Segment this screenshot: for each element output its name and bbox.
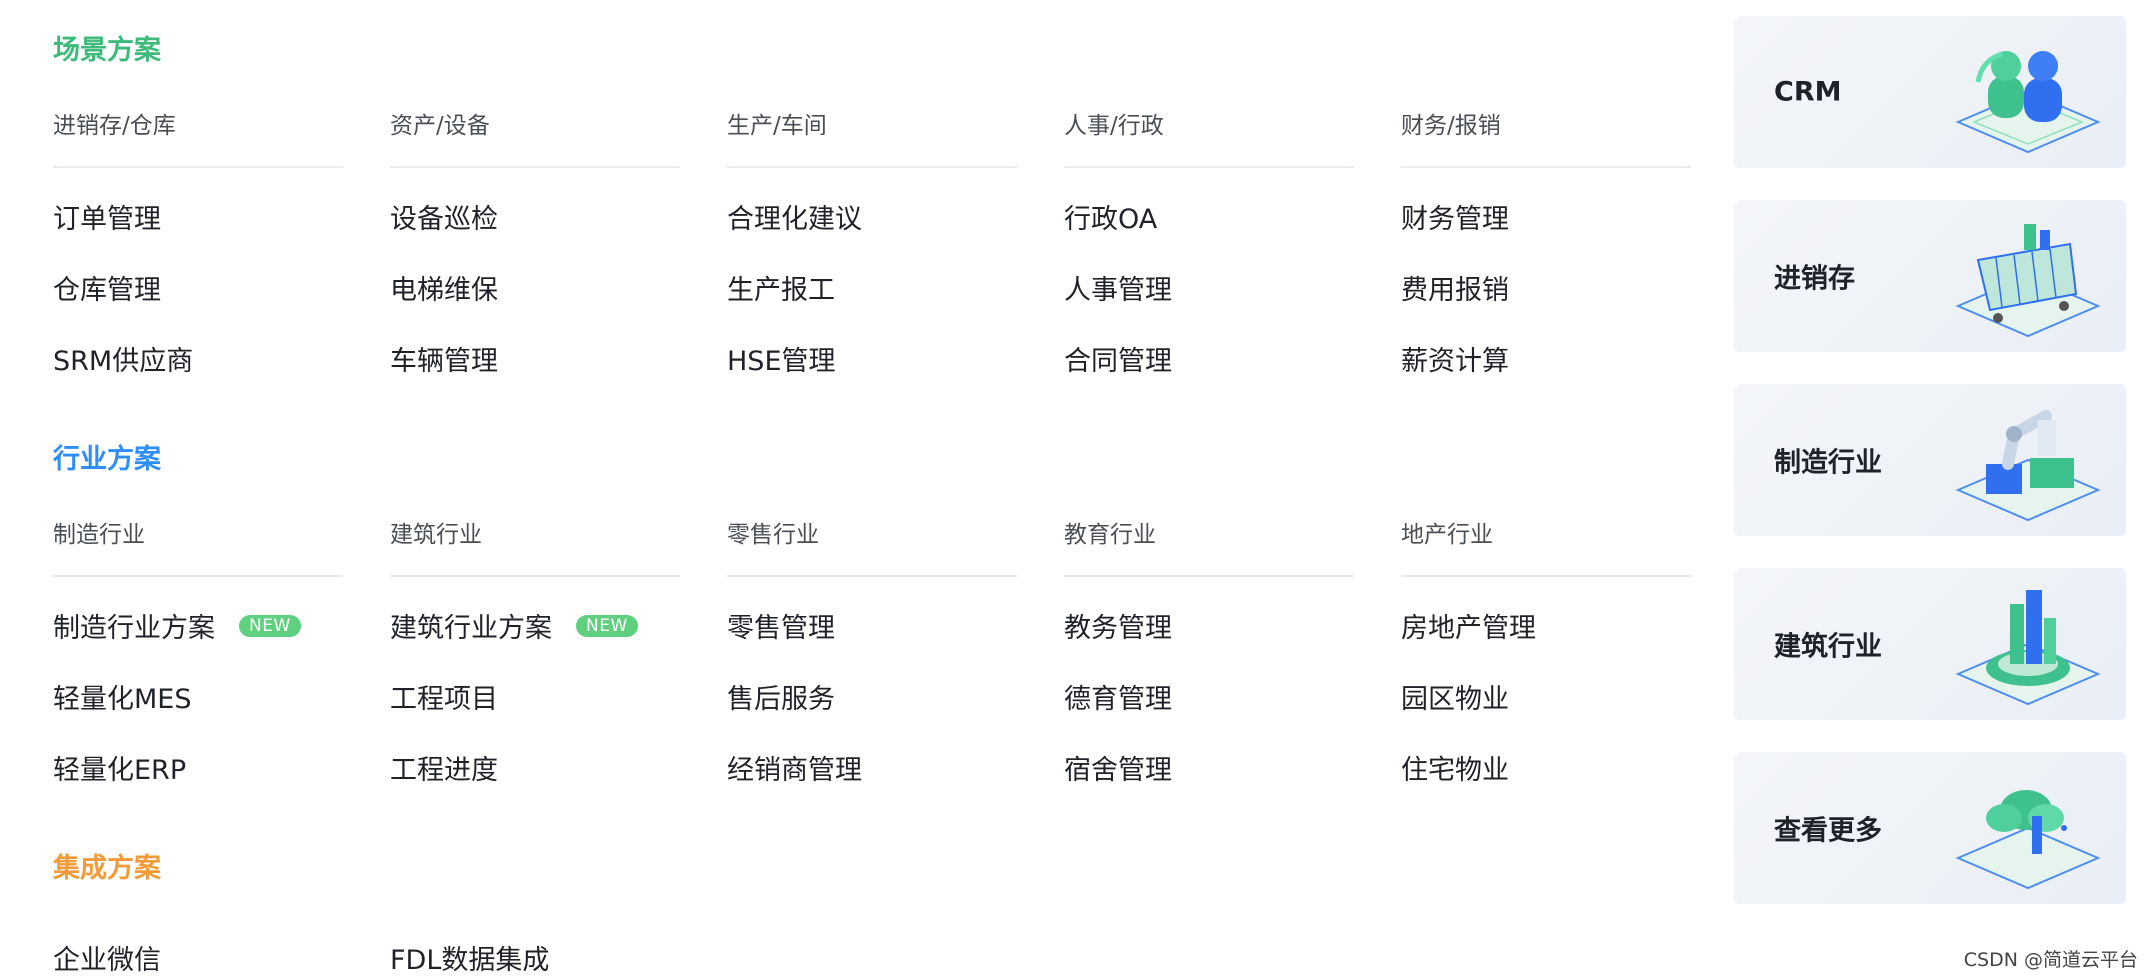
menu-item-construction-solution[interactable]: 建筑行业方案 NEW	[390, 606, 638, 645]
menu-item-real-estate[interactable]: 房地产管理	[1401, 606, 1536, 645]
category-header: 生产/车间	[727, 113, 827, 139]
menu-item-srm-supplier[interactable]: SRM供应商	[53, 339, 193, 378]
cart-icon	[1955, 224, 2101, 338]
menu-item-hr-management[interactable]: 人事管理	[1064, 268, 1172, 307]
column-divider	[390, 575, 680, 577]
menu-item-dealer-management[interactable]: 经销商管理	[727, 748, 862, 787]
column-divider	[1064, 166, 1354, 168]
menu-item-suggestions[interactable]: 合理化建议	[727, 197, 862, 236]
menu-item-equipment-inspection[interactable]: 设备巡检	[390, 197, 498, 236]
column-divider	[53, 166, 343, 168]
section-title-integration: 集成方案	[53, 853, 161, 884]
column-divider	[53, 575, 343, 577]
menu-item-retail-management[interactable]: 零售管理	[727, 606, 835, 645]
card-label: CRM	[1774, 76, 1842, 108]
menu-item-vehicle-management[interactable]: 车辆管理	[390, 339, 498, 378]
category-header: 地产行业	[1401, 522, 1493, 548]
card-label: 制造行业	[1774, 447, 1882, 479]
menu-item-residential-property[interactable]: 住宅物业	[1401, 748, 1509, 787]
column-divider	[727, 575, 1017, 577]
menu-item-elevator-maintenance[interactable]: 电梯维保	[390, 268, 498, 307]
menu-item-warehouse-management[interactable]: 仓库管理	[53, 268, 161, 307]
people-icon	[1955, 51, 2101, 154]
column-divider	[1401, 166, 1691, 168]
column-divider	[390, 166, 680, 168]
category-header: 资产/设备	[390, 113, 490, 139]
card-construction[interactable]: 建筑行业	[1734, 568, 2126, 720]
menu-item-manufacturing-solution[interactable]: 制造行业方案 NEW	[53, 606, 301, 645]
category-header: 教育行业	[1064, 522, 1156, 548]
menu-item-after-sales[interactable]: 售后服务	[727, 677, 835, 716]
new-badge: NEW	[576, 614, 638, 637]
menu-item-park-property[interactable]: 园区物业	[1401, 677, 1509, 716]
menu-item-order-management[interactable]: 订单管理	[53, 197, 161, 236]
category-header: 零售行业	[727, 522, 819, 548]
section-title-scene: 场景方案	[53, 35, 161, 66]
menu-item-admin-oa[interactable]: 行政OA	[1064, 197, 1157, 236]
cloud-icon	[1955, 790, 2101, 890]
category-header: 建筑行业	[390, 522, 482, 548]
card-label: 建筑行业	[1774, 631, 1882, 663]
column-divider	[727, 166, 1017, 168]
card-label: 查看更多	[1774, 815, 1882, 847]
menu-item-engineering-progress[interactable]: 工程进度	[390, 748, 498, 787]
menu-item-engineering-project[interactable]: 工程项目	[390, 677, 498, 716]
menu-item-label: 建筑行业方案	[390, 613, 552, 644]
card-manufacturing[interactable]: 制造行业	[1734, 384, 2126, 536]
card-jxc[interactable]: 进销存	[1734, 200, 2126, 352]
menu-item-payroll[interactable]: 薪资计算	[1401, 339, 1509, 378]
menu-item-dormitory-management[interactable]: 宿舍管理	[1064, 748, 1172, 787]
robot-arm-icon	[1955, 410, 2101, 522]
column-divider	[1401, 575, 1691, 577]
menu-item-contract-management[interactable]: 合同管理	[1064, 339, 1172, 378]
menu-item-fdl-integration[interactable]: FDL数据集成	[390, 938, 549, 977]
menu-item-academic-affairs[interactable]: 教务管理	[1064, 606, 1172, 645]
menu-item-finance-management[interactable]: 财务管理	[1401, 197, 1509, 236]
section-title-industry: 行业方案	[53, 444, 161, 475]
column-divider	[1064, 575, 1354, 577]
watermark: CSDN @简道云平台	[1963, 949, 2138, 971]
category-header: 制造行业	[53, 522, 145, 548]
card-view-more[interactable]: 查看更多	[1734, 752, 2126, 904]
category-header: 人事/行政	[1064, 113, 1164, 139]
new-badge: NEW	[239, 614, 301, 637]
menu-item-wecom[interactable]: 企业微信	[53, 938, 161, 977]
menu-item-hse-management[interactable]: HSE管理	[727, 339, 836, 378]
menu-item-moral-education[interactable]: 德育管理	[1064, 677, 1172, 716]
menu-item-production-report[interactable]: 生产报工	[727, 268, 835, 307]
building-icon	[1955, 590, 2101, 706]
menu-item-expense-reimbursement[interactable]: 费用报销	[1401, 268, 1509, 307]
category-header: 财务/报销	[1401, 113, 1501, 139]
category-header: 进销存/仓库	[53, 113, 176, 139]
card-crm[interactable]: CRM	[1734, 16, 2126, 168]
menu-item-lightweight-mes[interactable]: 轻量化MES	[53, 677, 192, 716]
card-label: 进销存	[1774, 263, 1855, 295]
menu-item-lightweight-erp[interactable]: 轻量化ERP	[53, 748, 186, 787]
menu-item-label: 制造行业方案	[53, 613, 215, 644]
